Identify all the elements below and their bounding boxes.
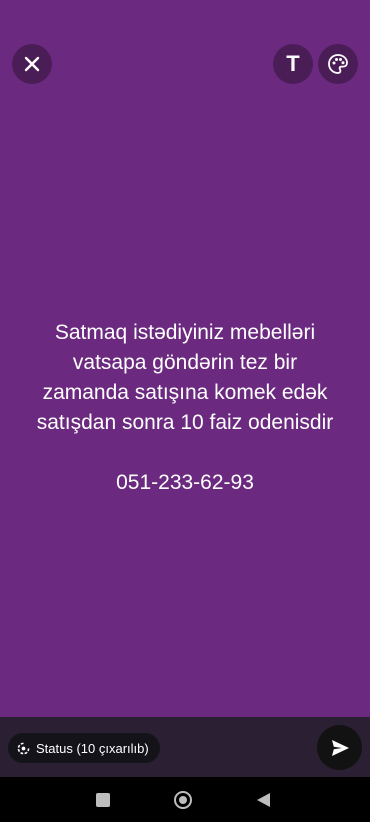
back-icon (256, 793, 270, 807)
recents-button[interactable] (92, 789, 114, 811)
status-canvas[interactable]: T Satmaq istədiyiniz mebelləri vatsapa g… (0, 0, 370, 717)
background-color-button[interactable] (318, 44, 358, 84)
palette-icon (328, 54, 348, 74)
close-button[interactable] (12, 44, 52, 84)
system-navigation-bar (0, 777, 370, 822)
composer-bar: Status (10 çıxarılıb) (0, 717, 370, 777)
status-audience-label: Status (10 çıxarılıb) (36, 740, 149, 756)
text-icon: T (286, 51, 300, 76)
text-mode-button[interactable]: T (273, 44, 313, 84)
home-button[interactable] (172, 789, 194, 811)
home-icon (174, 791, 192, 809)
status-audience-button[interactable]: Status (10 çıxarılıb) (8, 733, 160, 763)
send-icon (331, 739, 349, 756)
send-button[interactable] (317, 725, 362, 770)
back-button[interactable] (252, 789, 274, 811)
close-icon (24, 56, 40, 72)
recents-icon (96, 793, 110, 807)
status-text[interactable]: Satmaq istədiyiniz mebelləri vatsapa gön… (12, 318, 358, 498)
status-icon (17, 742, 30, 754)
